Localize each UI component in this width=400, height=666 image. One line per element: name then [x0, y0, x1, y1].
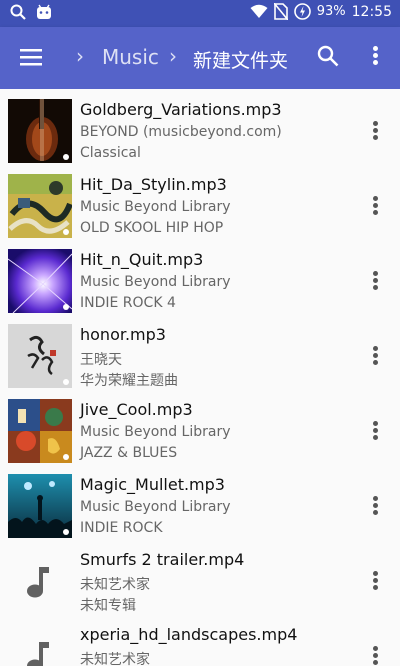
track-artist: 未知艺术家 [80, 577, 150, 593]
breadcrumb-separator-icon: › [76, 44, 84, 68]
row-more-icon[interactable] [370, 346, 380, 368]
app-toolbar: › Music › 新建文件夹 [0, 27, 400, 89]
breadcrumb-item-current-folder[interactable]: 新建文件夹 [193, 46, 288, 73]
row-more-icon[interactable] [370, 196, 380, 218]
track-title: Jive_Cool.mp3 [80, 400, 193, 419]
track-album: JAZZ & BLUES [80, 445, 178, 461]
menu-icon[interactable] [20, 47, 42, 67]
music-note-icon [27, 642, 49, 666]
music-note-icon [27, 567, 49, 598]
track-album: INDIE ROCK [80, 520, 163, 536]
track-title: honor.mp3 [80, 325, 166, 344]
track-row[interactable]: Hit_Da_Stylin.mp3 Music Beyond Library O… [0, 170, 400, 245]
row-more-icon[interactable] [370, 121, 380, 143]
status-bar: 93% 12:55 [0, 0, 400, 27]
status-bar-system: 93% 12:55 [250, 3, 392, 20]
album-art-violin [8, 99, 72, 163]
track-artist: BEYOND (musicbeyond.com) [80, 124, 282, 140]
album-art-light-burst [8, 249, 72, 313]
track-row[interactable]: honor.mp3 王晓天 华为荣耀主题曲 [0, 320, 400, 395]
album-art-jazz-painting [8, 399, 72, 463]
track-title: xperia_hd_landscapes.mp4 [80, 625, 298, 644]
no-sim-icon [273, 3, 288, 20]
track-album: 华为荣耀主题曲 [80, 373, 178, 389]
track-row[interactable]: Hit_n_Quit.mp3 Music Beyond Library INDI… [0, 245, 400, 320]
track-artist: 王晓天 [80, 352, 122, 368]
breadcrumb-item-music[interactable]: Music [102, 45, 159, 69]
wifi-icon [250, 4, 268, 18]
album-art-graffiti [8, 174, 72, 238]
track-title: Hit_n_Quit.mp3 [80, 250, 204, 269]
search-icon [10, 4, 26, 20]
album-art-calligraphy [8, 324, 72, 388]
track-row[interactable]: Goldberg_Variations.mp3 BEYOND (musicbey… [0, 95, 400, 170]
battery-percentage: 93% [316, 4, 346, 19]
track-row[interactable]: Magic_Mullet.mp3 Music Beyond Library IN… [0, 470, 400, 545]
row-more-icon[interactable] [370, 646, 380, 666]
status-bar-notifications [10, 4, 52, 20]
track-artist: Music Beyond Library [80, 274, 231, 290]
track-album: 未知专辑 [80, 598, 136, 614]
battery-saver-icon [293, 3, 311, 20]
track-title: Hit_Da_Stylin.mp3 [80, 175, 227, 194]
track-title: Goldberg_Variations.mp3 [80, 100, 282, 119]
track-list: Goldberg_Variations.mp3 BEYOND (musicbey… [0, 89, 400, 666]
overflow-menu-icon[interactable] [370, 46, 380, 68]
track-artist: Music Beyond Library [80, 424, 231, 440]
track-row[interactable]: xperia_hd_landscapes.mp4 未知艺术家 [0, 620, 400, 666]
track-row[interactable]: Smurfs 2 trailer.mp4 未知艺术家 未知专辑 [0, 545, 400, 620]
row-more-icon[interactable] [370, 421, 380, 443]
row-more-icon[interactable] [370, 496, 380, 518]
track-title: Smurfs 2 trailer.mp4 [80, 550, 245, 569]
row-more-icon[interactable] [370, 271, 380, 293]
album-art-concert [8, 474, 72, 538]
track-album: Classical [80, 145, 141, 161]
track-row[interactable]: Jive_Cool.mp3 Music Beyond Library JAZZ … [0, 395, 400, 470]
track-artist: 未知艺术家 [80, 652, 150, 666]
android-icon [37, 4, 51, 19]
track-album: OLD SKOOL HIP HOP [80, 220, 224, 236]
track-title: Magic_Mullet.mp3 [80, 475, 225, 494]
track-artist: Music Beyond Library [80, 199, 231, 215]
search-icon[interactable] [317, 45, 339, 67]
row-more-icon[interactable] [370, 571, 380, 593]
track-album: INDIE ROCK 4 [80, 295, 176, 311]
status-time: 12:55 [351, 3, 392, 20]
breadcrumb-separator-icon: › [169, 44, 177, 68]
track-artist: Music Beyond Library [80, 499, 231, 515]
